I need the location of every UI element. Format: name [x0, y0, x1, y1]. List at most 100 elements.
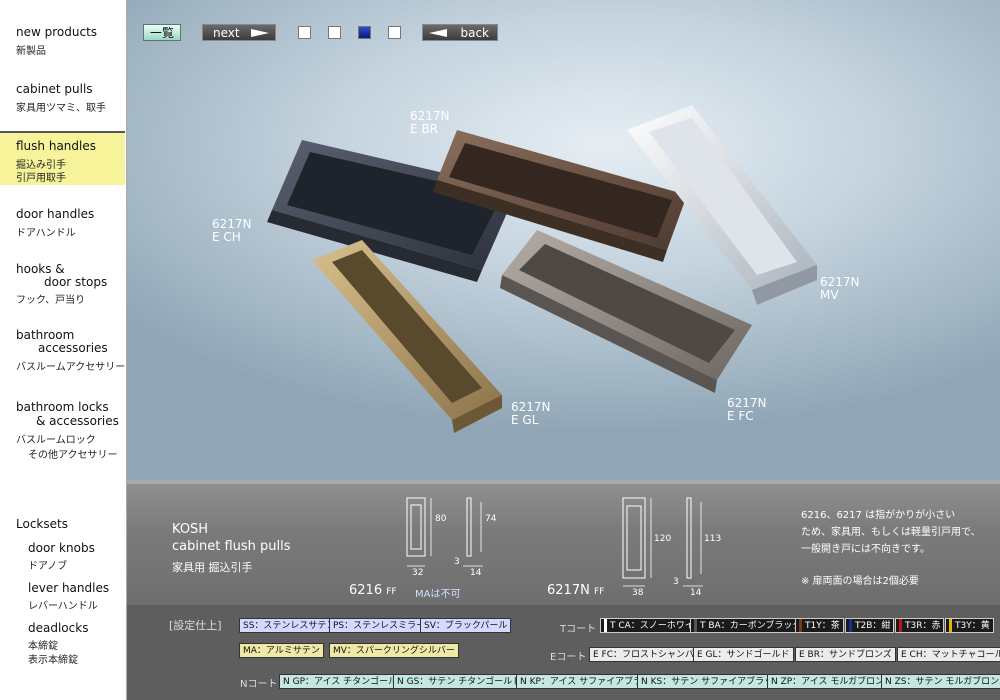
model-label: 6217N	[511, 400, 551, 414]
sidebar-item-sublabel: ドアハンドル	[16, 228, 76, 239]
brand-name: KOSH	[172, 522, 209, 537]
finish-label: E FC	[727, 409, 754, 423]
sidebar-item-label: door knobs	[28, 541, 95, 555]
sidebar-item-label: hooks &	[16, 262, 65, 276]
model-label: 6217N	[212, 217, 252, 231]
section-heading: Locksets	[16, 517, 68, 531]
finish-n-ks: N KS：サテン サファイアブラック	[637, 674, 787, 689]
sidebar-item-sublabel-2: 引戸用取手	[16, 173, 66, 184]
sidebar-item-label: cabinet pulls	[16, 82, 93, 96]
finish-e-br: E BR：サンドブロンズ	[795, 647, 896, 662]
sidebar-item-deadlocks[interactable]: deadlocks 本締錠 表示本締錠	[0, 616, 125, 668]
finish-t1y: T1Y：茶	[795, 618, 844, 633]
sidebar-item-sublabel: バスルームアクセサリー	[16, 362, 126, 373]
note-line-4: ※ 扉両面の場合は2個必要	[801, 576, 919, 587]
n-coat-label: Nコート	[240, 679, 278, 690]
sidebar-item-door-handles[interactable]: door handles ドアハンドル	[0, 202, 125, 242]
finish-sv: SV：ブラックパール	[420, 618, 512, 633]
sidebar-item-label-2: door stops	[44, 275, 108, 289]
dim-height: 80	[435, 514, 447, 524]
dim-height: 120	[654, 534, 672, 544]
finish-n-gp: N GP：アイス チタンゴールド	[279, 674, 411, 689]
photo-label-e-fc: 6217N E FC	[727, 397, 767, 423]
product-photo-area: 一覧 next back 6217N E BR 6217N E CH 6217N…	[127, 0, 1000, 480]
sidebar-item-label: bathroom locks	[16, 400, 109, 414]
e-coat-label: Eコート	[550, 652, 587, 663]
dim-height-2: 113	[704, 534, 722, 544]
sidebar-item-sublabel: フック、戸当り	[16, 295, 86, 306]
sidebar-item-label: lever handles	[28, 581, 110, 595]
dim-thickness-2: 14	[470, 568, 482, 578]
sidebar-item-lever-handles[interactable]: lever handles レバーハンドル	[0, 576, 125, 612]
finish-group-label: [設定仕上]	[169, 619, 222, 632]
finish-e-ch: E CH：マットチャコール	[897, 647, 1000, 662]
sidebar-item-cabinet-pulls[interactable]: cabinet pulls 家具用ツマミ、取手	[0, 77, 125, 117]
dim-thickness-1: 3	[673, 577, 679, 587]
sidebar-item-flush-handles[interactable]: flush handles 掘込み引手 引戸用取手	[0, 133, 125, 185]
sidebar-item-sublabel: ドアノブ	[28, 561, 68, 572]
finish-t3r: T3R：赤	[895, 618, 945, 633]
finish-t-ba: T BA：カーボンブラック	[690, 618, 806, 633]
dim-width: 38	[632, 588, 644, 598]
note-line-2: ため、家具用、もしくは軽量引戸用で、	[801, 527, 981, 538]
finish-ma: MA：アルミサテン	[239, 643, 324, 658]
note-line-1: 6216、6217 は指がかりが小さい	[801, 510, 956, 521]
sidebar-item-label: new products	[16, 25, 98, 39]
sidebar-item-sublabel: 新製品	[16, 46, 46, 57]
sidebar-item-bathroom-accessories[interactable]: bathroom accessories バスルームアクセサリー	[0, 324, 125, 374]
product-name-en: cabinet flush pulls	[172, 539, 291, 554]
sidebar-item-sublabel: 家具用ツマミ、取手	[16, 103, 106, 114]
sidebar: new products 新製品 cabinet pulls 家具用ツマミ、取手…	[0, 0, 127, 700]
finish-n-gs: N GS：サテン チタンゴールド	[393, 674, 526, 689]
sidebar-section-locksets: Locksets	[0, 512, 125, 532]
sidebar-item-label: flush handles	[16, 139, 96, 153]
products-illustration	[267, 105, 817, 433]
finish-options-band: [設定仕上] SS：ステンレスサテン PS：ステンレスミラー SV：ブラックパー…	[127, 605, 1000, 700]
sidebar-item-label-2: & accessories	[36, 414, 119, 428]
sidebar-item-label-2: accessories	[38, 341, 108, 355]
product-info-band: KOSH cabinet flush pulls 家具用 掘込引手 80 74 …	[127, 480, 1000, 605]
model-label: 6217N	[727, 396, 767, 410]
model-label: 6217N	[410, 109, 450, 123]
finish-ss: SS：ステンレスサテン	[239, 618, 340, 633]
model-6216-note: MAは不可	[415, 589, 461, 600]
dim-thickness-1: 3	[454, 557, 460, 567]
sidebar-item-sublabel: 本締錠	[28, 641, 58, 652]
product-name-jp: 家具用 掘込引手	[172, 561, 253, 574]
sidebar-item-sublabel: レバーハンドル	[28, 601, 98, 612]
t-coat-label: Tコート	[560, 624, 597, 635]
note-line-3: 一般開き戸には不向きです。	[801, 544, 930, 555]
sidebar-item-label: bathroom	[16, 328, 75, 342]
finish-ps: PS：ステンレスミラー	[329, 618, 430, 633]
finish-n-zs: N ZS：サテン モルガブロンズ	[881, 674, 1000, 689]
finish-t3y: T3Y：黄	[945, 618, 994, 633]
sidebar-item-door-knobs[interactable]: door knobs ドアノブ	[0, 536, 125, 572]
dim-width: 32	[412, 568, 424, 578]
dim-thickness-2: 14	[690, 588, 702, 598]
finish-e-gl: E GL：サンドゴールド	[693, 647, 794, 662]
finish-mv: MV：スパークリングシルバー	[329, 643, 459, 658]
finish-e-fc: E FC：フロストシャンパン	[589, 647, 708, 662]
sidebar-item-label: deadlocks	[28, 621, 89, 635]
sidebar-item-sublabel-2: 表示本締錠	[28, 655, 78, 666]
sidebar-item-label: door handles	[16, 207, 95, 221]
model-label: 6217N	[820, 275, 860, 289]
model-6216: 6216 FF	[349, 583, 397, 598]
photo-label-e-ch: 6217N E CH	[212, 218, 252, 244]
dim-height-2: 74	[485, 514, 497, 524]
sidebar-item-bathroom-locks[interactable]: bathroom locks & accessories バスルームロック その…	[0, 396, 125, 464]
model-6217n: 6217N FF	[547, 583, 605, 598]
sidebar-item-new-products[interactable]: new products 新製品	[0, 20, 125, 60]
handle-e-fc	[500, 230, 752, 393]
photo-label-e-gl: 6217N E GL	[511, 401, 551, 427]
photo-label-mv: 6217N MV	[820, 276, 860, 302]
sidebar-item-hooks-door-stops[interactable]: hooks & door stops フック、戸当り	[0, 258, 125, 308]
sidebar-item-sublabel-2: その他アクセサリー	[28, 450, 118, 461]
finish-t2b: T2B：紺	[845, 618, 895, 633]
finish-n-zp: N ZP：アイス モルガブロンズ	[767, 674, 897, 689]
finish-label: E BR	[410, 122, 438, 136]
photo-label-e-br: 6217N E BR	[410, 110, 450, 136]
sidebar-item-sublabel: バスルームロック	[16, 435, 96, 446]
finish-label: E GL	[511, 413, 539, 427]
finish-label: MV	[820, 288, 839, 302]
